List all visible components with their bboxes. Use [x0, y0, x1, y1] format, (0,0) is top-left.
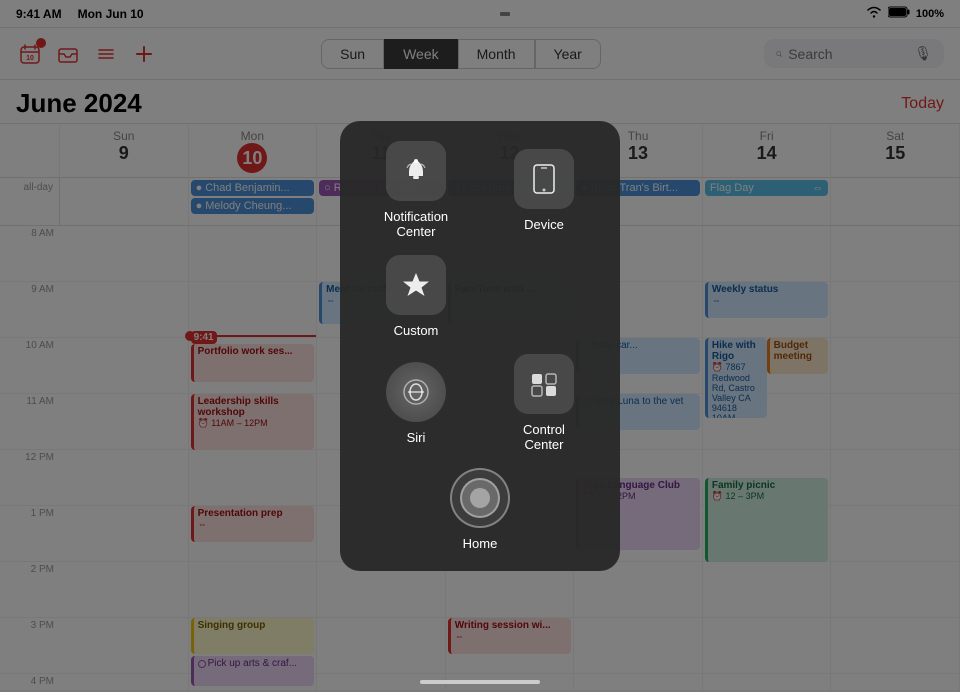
home-label: Home — [463, 536, 498, 551]
popup-empty — [488, 255, 600, 338]
custom-icon — [386, 255, 446, 315]
assistive-touch-overlay[interactable]: NotificationCenter Device Custom — [0, 0, 960, 692]
popup-home[interactable]: Home — [450, 468, 510, 551]
siri-label: Siri — [407, 430, 426, 445]
popup-control-center[interactable]: ControlCenter — [488, 354, 600, 452]
popup-custom[interactable]: Custom — [360, 255, 472, 338]
popup-device[interactable]: Device — [488, 141, 600, 239]
device-icon — [514, 149, 574, 209]
popup-notification-center[interactable]: NotificationCenter — [360, 141, 472, 239]
device-label: Device — [524, 217, 564, 232]
home-indicator — [420, 680, 540, 684]
home-icon — [450, 468, 510, 528]
control-center-icon — [514, 354, 574, 414]
notification-center-icon — [386, 141, 446, 201]
notification-center-label: NotificationCenter — [384, 209, 448, 239]
control-center-label: ControlCenter — [523, 422, 565, 452]
siri-icon — [386, 362, 446, 422]
popup-home-row: Home — [360, 468, 600, 551]
custom-label: Custom — [394, 323, 439, 338]
popup-siri[interactable]: Siri — [360, 354, 472, 452]
assistive-touch-menu: NotificationCenter Device Custom — [340, 121, 620, 571]
